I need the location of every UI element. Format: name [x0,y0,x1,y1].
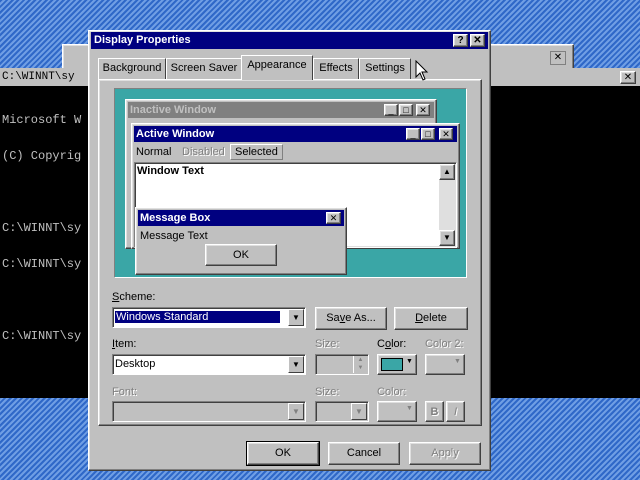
preview-msgbox-ok-button: OK [205,244,277,266]
delete-button[interactable]: Delete [394,307,468,330]
preview-menu-normal: Normal [136,146,172,158]
chevron-down-icon: ▼ [351,403,367,420]
tab-appearance[interactable]: Appearance [241,55,313,80]
scheme-label: Scheme: [112,291,156,303]
scroll-down-arrow-icon: ▼ [439,230,455,246]
chevron-down-icon[interactable]: ▼ [288,356,304,373]
preview-menu-disabled: Disabled [182,146,225,158]
spinner-arrows-icon: ▲ ▼ [353,356,367,373]
help-button[interactable]: ? [453,34,468,47]
scheme-select[interactable]: Windows Standard ▼ [112,307,306,328]
font-select: ▼ [112,401,306,422]
item-label: Item: [112,338,137,350]
font-color-button: ▼ [377,401,417,422]
item-value: Desktop [115,358,156,370]
item-color-button[interactable]: ▼ [377,354,417,375]
preview-inactive-title: Inactive Window [130,104,217,116]
preview-active-close-button: ✕ [439,128,453,140]
tab-screen-saver[interactable]: Screen Saver [166,58,242,79]
tab-background[interactable]: Background [98,58,166,79]
preview-msgbox-close-button: ✕ [326,212,341,224]
tab-settings[interactable]: Settings [359,58,411,79]
preview-scrollbar: ▲ ▼ [439,164,455,246]
italic-button: I [446,401,465,422]
cancel-button[interactable]: Cancel [328,442,400,465]
ok-button[interactable]: OK [246,441,320,466]
font-size-select: ▼ [315,401,369,422]
font-color-label: Color: [377,386,407,398]
item-color-label: Color: [377,338,407,350]
console-close-button[interactable]: ✕ [620,71,636,84]
chevron-down-icon[interactable]: ▼ [288,309,304,326]
preview-inactive-minimize-button: _ [384,104,398,116]
preview-active-title: Active Window [136,128,215,140]
scroll-up-arrow-icon: ▲ [439,164,455,180]
console-line: C:\WINNT\sy [2,329,82,343]
console-line: Microsoft W [2,113,82,127]
background-window-close-button[interactable]: ✕ [550,51,566,65]
preview-active-maximize-button: □ [421,128,435,140]
preview-msgbox-titlebar: Message Box [138,210,344,226]
chevron-down-icon: ▼ [288,403,304,420]
font-label: Font: [112,386,138,398]
console-line: (C) Copyrig [2,149,82,163]
preview-active-minimize-button: _ [406,128,420,140]
preview-msgbox-text: Message Text [140,230,208,242]
preview-inactive-close-button: ✕ [416,104,430,116]
font-size-label: Size: [315,386,340,398]
appearance-preview[interactable]: Inactive Window _ □ ✕ Active Window _ □ … [114,88,467,278]
console-line: C:\WINNT\sy [2,257,82,271]
bold-button: B [425,401,444,422]
chevron-down-icon: ▼ [454,358,461,365]
preview-menu-selected: Selected [230,144,283,160]
tab-effects[interactable]: Effects [313,58,359,79]
chevron-down-icon: ▼ [406,405,413,412]
preview-message-box: Message Box ✕ Message Text OK [135,207,347,275]
item-size-label: Size: [315,338,340,350]
apply-button[interactable]: Apply [409,442,481,465]
dialog-title: Display Properties [91,32,488,49]
preview-inactive-maximize-button: □ [399,104,413,116]
close-button[interactable]: ✕ [470,34,485,47]
preview-window-text: Window Text [137,165,204,177]
scheme-value: Windows Standard [115,311,281,323]
chevron-down-icon: ▼ [406,358,413,365]
item-size-spinner: ▲ ▼ [315,354,369,375]
color2-button: ▼ [425,354,465,375]
preview-msgbox-title: Message Box [140,212,211,224]
console-line: C:\WINNT\sy [2,221,82,235]
item-select[interactable]: Desktop ▼ [112,354,306,375]
color-swatch [381,358,403,371]
mouse-cursor-icon [415,60,429,81]
color2-label: Color 2: [425,338,464,350]
save-as-button[interactable]: Save As... [315,307,387,330]
console-output: Microsoft W (C) Copyrig C:\WINNT\sy C:\W… [2,90,81,354]
